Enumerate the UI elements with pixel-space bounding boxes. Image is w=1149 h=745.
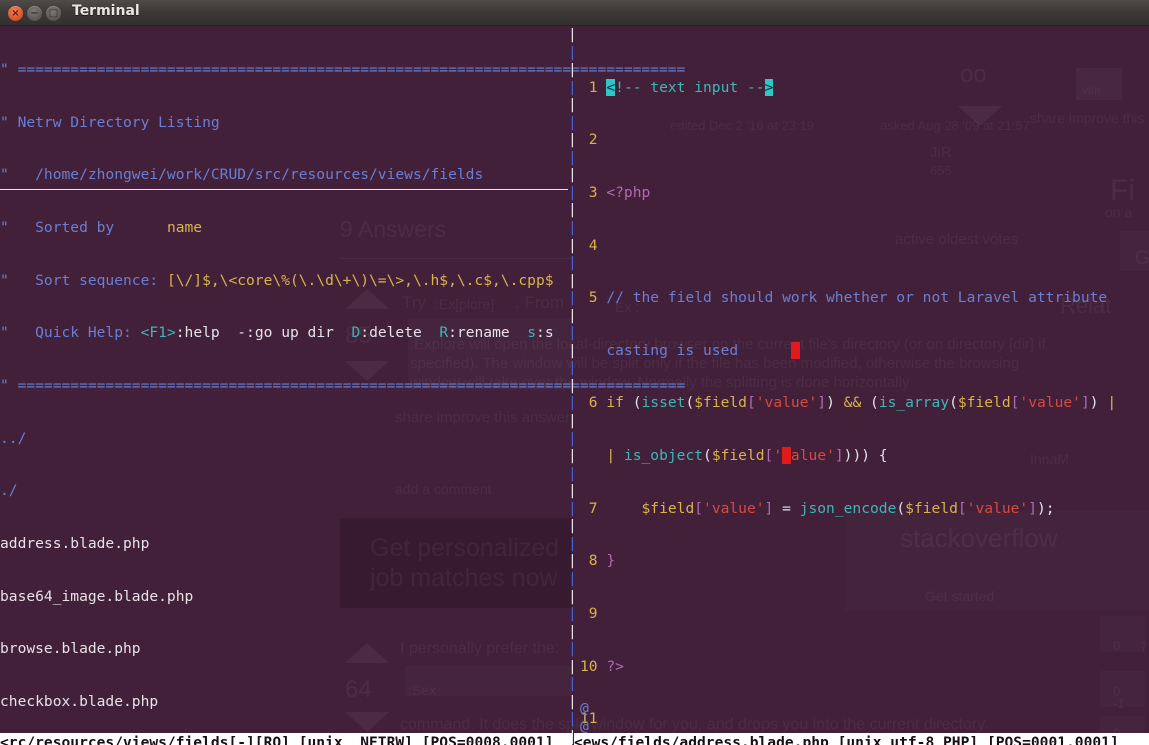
divider-cell: |: [568, 26, 577, 43]
divider-cell: |: [568, 359, 577, 377]
eob-marker: @: [580, 700, 589, 717]
maximize-icon: □: [48, 8, 59, 19]
divider-cell: |: [568, 657, 577, 675]
window-maximize-button[interactable]: □: [46, 6, 61, 21]
code-line: 8 }: [580, 552, 616, 570]
terminal-body[interactable]: 9 Answers Try:Ex[plore]. From 85:Explore w…: [0, 26, 1149, 745]
divider-cell: |: [568, 183, 577, 201]
divider-cell: |: [568, 131, 577, 149]
code-line: 1 <!-- text input -->: [580, 78, 774, 96]
netrw-header-sortedby: " Sorted by name: [0, 219, 203, 237]
code-line-wrap: | is_object($field['value']))) {: [606, 447, 888, 465]
divider-cell: |: [568, 166, 577, 184]
netrw-header-line: " ======================================…: [0, 61, 686, 79]
divider-cell: |: [568, 201, 577, 219]
divider-cell: |: [568, 148, 577, 166]
netrw-file-item[interactable]: checkbox.blade.php: [0, 693, 568, 711]
divider-cell: |: [568, 482, 577, 500]
netrw-pane[interactable]: " ======================================…: [0, 26, 686, 745]
divider-cell: |: [568, 675, 577, 693]
netrw-dir-parent[interactable]: ../: [0, 430, 568, 448]
divider-cell: |: [568, 464, 577, 482]
divider-cell: |: [568, 605, 577, 623]
divider-cell: |: [568, 499, 577, 517]
netrw-header-quickhelp: " Quick Help: <F1>:help -:go up dir D:de…: [0, 324, 554, 342]
code-line: 2: [580, 131, 607, 149]
divider-cell: |: [568, 289, 577, 307]
divider-cell: |: [568, 412, 577, 430]
divider-cell: |: [568, 236, 577, 254]
netrw-file-item[interactable]: base64_image.blade.php: [0, 588, 568, 606]
netrw-file-item[interactable]: browse.blade.php: [0, 640, 568, 658]
vim-split-divider[interactable]: | | | | | | | | | | | | | | | | | | | | | | | | | | | | | | | | | | | | | | | |…: [568, 26, 580, 745]
netrw-statusline: <rc/resources/views/fields[-][RO] [unix …: [0, 733, 572, 745]
divider-cell: |: [568, 534, 577, 552]
divider-cell: |: [568, 394, 577, 412]
code-line: 3 <?php: [580, 183, 651, 201]
netrw-separator-rule: [0, 189, 568, 190]
code-line: 5 // the field should work whether or no…: [580, 289, 1108, 307]
code-line: 6 if (isset($field['value']) && (is_arra…: [580, 394, 1117, 412]
divider-cell: |: [568, 429, 577, 447]
code-line-wrap: casting is used: [580, 341, 1149, 360]
divider-cell: |: [568, 569, 577, 587]
divider-cell: |: [568, 43, 577, 61]
divider-cell: |: [568, 271, 577, 289]
code-line: 9: [580, 605, 607, 623]
divider-cell: |: [568, 78, 577, 96]
divider-cell: |: [568, 324, 577, 342]
code-editor-pane[interactable]: 1 <!-- text input --> 2 3 <?php 4 5 // t…: [580, 26, 1149, 745]
divider-cell: |: [568, 219, 577, 237]
close-icon: ×: [11, 8, 20, 19]
divider-cell: |: [568, 587, 577, 605]
netrw-header-line: " Netrw Directory Listing: [0, 113, 220, 131]
divider-cell: |: [568, 552, 577, 570]
netrw-header-line: " ======================================…: [0, 376, 686, 394]
divider-cell: |: [568, 61, 577, 79]
netrw-dir-current[interactable]: ./: [0, 482, 568, 500]
divider-cell: |: [568, 692, 577, 710]
window-minimize-button[interactable]: −: [27, 6, 42, 21]
divider-cell: |: [568, 710, 577, 728]
divider-cell: |: [568, 341, 577, 359]
divider-cell: |: [568, 96, 577, 114]
eob-markers: @ @: [580, 700, 589, 735]
divider-cell: |: [568, 376, 577, 394]
editor-statusline: <ews/fields/address.blade.php [unix utf-…: [574, 733, 1149, 745]
window-titlebar: × − □ Terminal: [0, 0, 1149, 26]
window-title: Terminal: [72, 3, 140, 19]
code-line: 7 $field['value'] = json_encode($field['…: [580, 499, 1055, 517]
divider-cell: |: [568, 447, 577, 465]
divider-cell: |: [568, 113, 577, 131]
terminal-window: × − □ Terminal 9 Answers Try:Ex[plore]. F…: [0, 0, 1149, 745]
code-line: 11: [580, 710, 607, 728]
netrw-header-path: " /home/zhongwei/work/CRUD/src/resources…: [0, 166, 484, 184]
window-close-button[interactable]: ×: [8, 6, 23, 21]
netrw-file-item[interactable]: address.blade.php: [0, 535, 568, 553]
minimize-icon: −: [30, 8, 39, 19]
divider-cell: |: [568, 254, 577, 272]
code-line: 10 ?>: [580, 657, 624, 675]
divider-cell: |: [568, 640, 577, 658]
divider-cell: |: [568, 306, 577, 324]
code-line: 4: [580, 236, 607, 254]
netrw-header-sortseq: " Sort sequence: [\/]$,\<core\%(\.\d\+\)…: [0, 271, 554, 289]
divider-cell: |: [568, 517, 577, 535]
divider-cell: |: [568, 622, 577, 640]
